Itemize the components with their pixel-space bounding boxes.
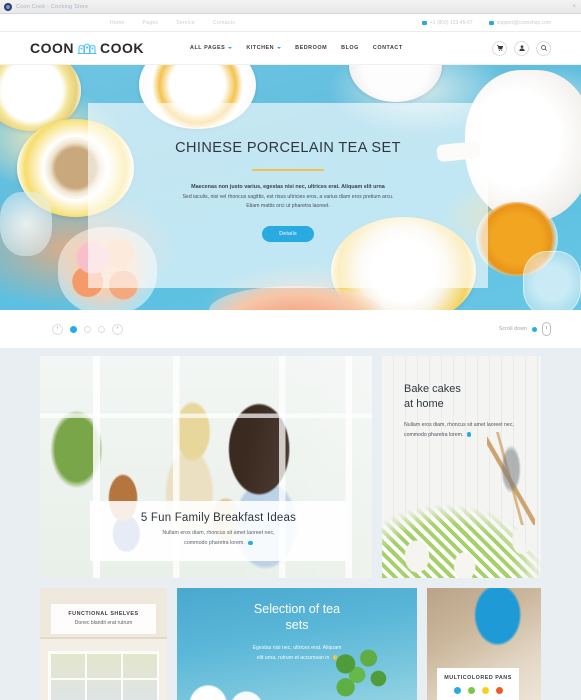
nav-item-all-pages[interactable]: ALL PAGES bbox=[190, 45, 233, 51]
phone-icon bbox=[421, 20, 427, 25]
main-navigation: ALL PAGES KITCHEN BEDROOM BLOG CONTACT bbox=[190, 45, 403, 51]
read-more-dot-icon[interactable] bbox=[332, 655, 338, 660]
family-text: Nullam eros diam, rhoncus sit amet laore… bbox=[100, 529, 337, 549]
logo-text-right: COOK bbox=[100, 40, 144, 56]
scroll-down-label: Scroll down bbox=[498, 326, 527, 332]
account-icon[interactable] bbox=[514, 40, 529, 56]
hero-slider: CHINESE PORCELAIN TEA SET Maecenas non j… bbox=[0, 65, 581, 310]
carousel-controls: ‹ › bbox=[52, 323, 123, 335]
family-title: 5 Fun Family Breakfast Ideas bbox=[140, 512, 297, 525]
header-icon-group bbox=[492, 40, 551, 56]
hero-sub-line-1: Sed iaculis, nisi vel rhoncus sagittis, … bbox=[182, 193, 394, 200]
hero-divider bbox=[252, 169, 324, 171]
nav-item-bedroom[interactable]: BEDROOM bbox=[295, 45, 327, 51]
logo-text-left: COON bbox=[30, 40, 74, 56]
content-row-top: 5 Fun Family Breakfast Ideas Nullam eros… bbox=[40, 356, 541, 578]
card-functional-shelves[interactable]: FUNCTIONAL SHELVES Donec blandit erat ru… bbox=[40, 588, 167, 700]
carousel-dot-3[interactable] bbox=[98, 325, 105, 333]
swatch-orange[interactable] bbox=[495, 687, 503, 694]
bake-text: Nullam eros diam, rhoncus sit amet laore… bbox=[404, 420, 527, 440]
email-contact[interactable]: support@coonshop.com bbox=[488, 19, 551, 26]
search-icon[interactable] bbox=[536, 40, 551, 56]
teapot-photo bbox=[186, 658, 283, 700]
hero-sub-line-2: Etiam mattis orci ut pharetra laoreet. bbox=[246, 202, 330, 209]
tea-text-line-2: elit urna, rutrum et accumsan in bbox=[256, 654, 330, 661]
cart-icon[interactable] bbox=[492, 40, 507, 56]
site-logo[interactable]: COON COOK bbox=[30, 40, 144, 56]
carousel-next-button[interactable]: › bbox=[112, 323, 123, 335]
family-text-line-2: commodo pharetra lorem. bbox=[184, 540, 245, 547]
pans-title: MULTICOLORED PANS bbox=[444, 675, 512, 681]
carousel-dot-1[interactable] bbox=[70, 325, 77, 333]
browser-chrome: Coon Cook - Cooking Store × bbox=[0, 0, 581, 14]
content-row-bottom: FUNCTIONAL SHELVES Donec blandit erat ru… bbox=[40, 588, 541, 700]
details-button[interactable]: Details bbox=[262, 225, 314, 242]
swatch-yellow[interactable] bbox=[481, 687, 489, 694]
nav-label-all-pages: ALL PAGES bbox=[190, 45, 226, 51]
tea-title-line-2: sets bbox=[285, 617, 309, 632]
family-caption: 5 Fun Family Breakfast Ideas Nullam eros… bbox=[90, 501, 347, 561]
email-address: support@coonshop.com bbox=[496, 19, 551, 26]
nav-item-kitchen[interactable]: KITCHEN bbox=[246, 45, 282, 51]
mouse-icon bbox=[542, 322, 551, 336]
card-family-breakfast[interactable]: 5 Fun Family Breakfast Ideas Nullam eros… bbox=[40, 356, 372, 578]
topbar-link-service[interactable]: Service bbox=[176, 20, 195, 26]
shelves-title: FUNCTIONAL SHELVES bbox=[68, 611, 139, 617]
phone-number: +1 (800) 123-45-67 bbox=[429, 19, 473, 26]
content-section: 5 Fun Family Breakfast Ideas Nullam eros… bbox=[0, 348, 581, 700]
kitchen-towel-photo bbox=[382, 480, 541, 578]
tea-text-block: Selection of tea sets Egestas nisi nec, … bbox=[191, 602, 403, 664]
carousel-control-bar: ‹ › Scroll down bbox=[0, 310, 581, 348]
shelf-grid-graphic bbox=[47, 651, 160, 700]
pans-caption: MULTICOLORED PANS bbox=[437, 668, 519, 700]
carousel-prev-button[interactable]: ‹ bbox=[52, 323, 63, 335]
shelves-caption: FUNCTIONAL SHELVES Donec blandit erat ru… bbox=[51, 604, 156, 634]
bake-text-block: Bake cakes at home Nullam eros diam, rho… bbox=[404, 382, 527, 440]
topbar-contacts: +1 (800) 123-45-67 support@coonshop.com bbox=[421, 19, 551, 26]
nav-label-kitchen: KITCHEN bbox=[246, 45, 275, 51]
hero-content-panel: CHINESE PORCELAIN TEA SET Maecenas non j… bbox=[88, 103, 488, 288]
topbar-link-pages[interactable]: Pages bbox=[143, 20, 159, 26]
read-more-dot-icon[interactable] bbox=[466, 432, 472, 437]
card-tea-sets[interactable]: Selection of tea sets Egestas nisi nec, … bbox=[177, 588, 417, 700]
read-more-dot-icon[interactable] bbox=[248, 540, 253, 546]
family-text-line-1: Nullam eros diam, rhoncus sit amet laore… bbox=[162, 530, 275, 537]
bake-title: Bake cakes at home bbox=[404, 382, 527, 412]
favicon bbox=[4, 2, 12, 11]
mail-icon bbox=[488, 20, 494, 25]
topbar-link-contacts[interactable]: Contacts bbox=[213, 20, 235, 26]
close-icon[interactable]: × bbox=[572, 4, 576, 10]
scroll-dot-icon bbox=[532, 326, 537, 332]
card-bake-cakes[interactable]: Bake cakes at home Nullam eros diam, rho… bbox=[382, 356, 541, 578]
tea-text: Egestas nisi nec, ultrices erat. Aliquam… bbox=[191, 644, 403, 663]
carousel-dot-2[interactable] bbox=[84, 325, 91, 333]
topbar-link-home[interactable]: Home bbox=[110, 20, 125, 26]
tea-title: Selection of tea sets bbox=[191, 602, 403, 633]
swatch-green[interactable] bbox=[467, 687, 475, 694]
logo-mark-icon bbox=[76, 40, 98, 56]
tea-text-line-1: Egestas nisi nec, ultrices erat. Aliquam bbox=[252, 645, 342, 652]
chevron-down-icon bbox=[277, 47, 282, 49]
card-multicolored-pans[interactable]: MULTICOLORED PANS bbox=[427, 588, 541, 700]
swatch-blue[interactable] bbox=[453, 687, 461, 694]
top-utility-bar: Home Pages Service Contacts +1 (800) 123… bbox=[0, 14, 581, 32]
pans-color-swatches bbox=[442, 687, 514, 694]
hero-title: CHINESE PORCELAIN TEA SET bbox=[175, 140, 401, 156]
bake-title-line-2: at home bbox=[404, 397, 444, 410]
site-header: COON COOK ALL PAGES KITCHEN BEDROOM BLOG… bbox=[0, 32, 581, 65]
topbar-links: Home Pages Service Contacts bbox=[110, 20, 235, 26]
shelves-text: Donec blandit erat rutrum bbox=[74, 620, 133, 626]
tea-title-line-1: Selection of tea bbox=[253, 602, 341, 616]
nav-item-blog[interactable]: BLOG bbox=[341, 45, 359, 51]
bake-text-body: Nullam eros diam, rhoncus sit amet laore… bbox=[404, 421, 514, 438]
bake-title-line-1: Bake cakes bbox=[404, 383, 461, 395]
browser-tab-title[interactable]: Coon Cook - Cooking Store bbox=[16, 4, 88, 10]
scroll-down-indicator[interactable]: Scroll down bbox=[499, 322, 551, 336]
nav-item-contact[interactable]: CONTACT bbox=[373, 45, 403, 51]
hero-lead-text: Maecenas non justo varius, egestas nisi … bbox=[191, 183, 385, 190]
phone-contact[interactable]: +1 (800) 123-45-67 bbox=[421, 19, 473, 26]
chevron-down-icon bbox=[228, 47, 233, 49]
